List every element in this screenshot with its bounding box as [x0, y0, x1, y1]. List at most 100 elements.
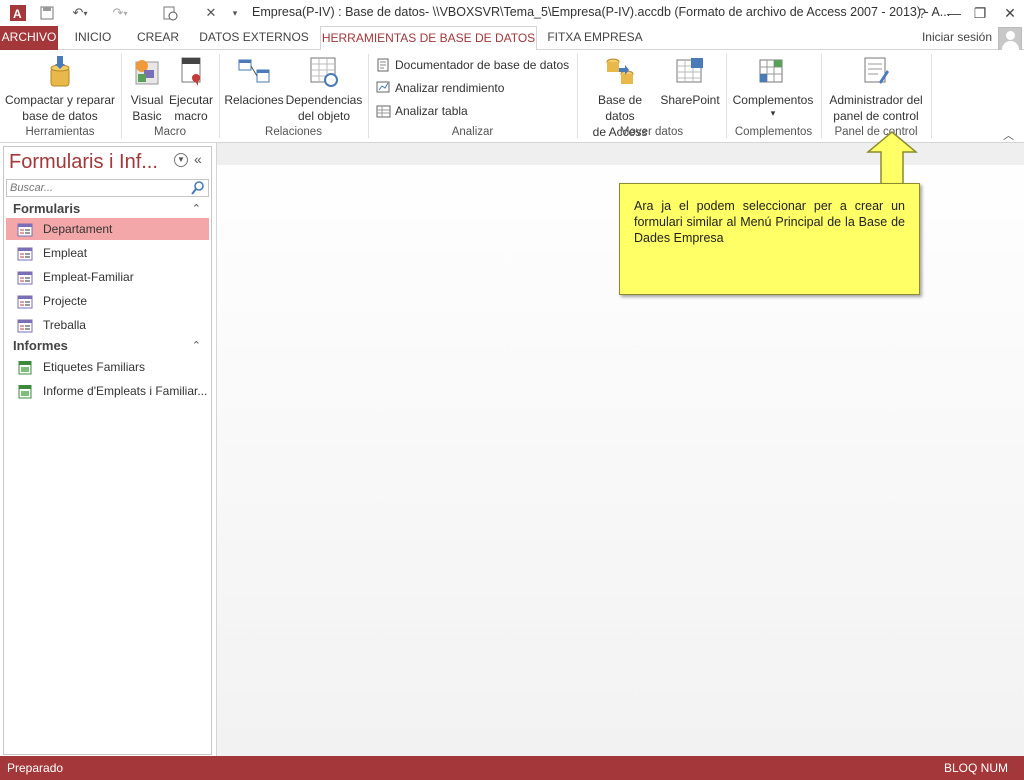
nav-dropdown-icon[interactable]: ▼ — [174, 153, 188, 167]
nav-category-label: Formularis — [13, 201, 81, 216]
status-text: Preparado — [7, 761, 64, 775]
group-label-complementos: Complementos — [734, 126, 813, 138]
nav-item-label: Empleat-Familiar — [43, 270, 134, 284]
minimize-button[interactable]: — — [942, 2, 966, 24]
ribbon-separator — [931, 54, 932, 138]
collapse-group-icon[interactable]: ⌃ — [192, 199, 201, 219]
run-macro-label: Ejecutar macro — [168, 93, 214, 123]
add-ins-dropdown-icon: ▾ — [770, 108, 776, 118]
nav-item-label: Departament — [43, 222, 113, 236]
switchboard-manager-label: Administrador del panel de control — [829, 93, 923, 123]
relationships-icon — [237, 54, 271, 88]
tab-crear[interactable]: CREAR — [130, 26, 186, 50]
access-database-icon — [603, 54, 637, 88]
tab-datos-externos[interactable]: DATOS EXTERNOS — [196, 26, 312, 50]
nav-item-departament[interactable]: Departament — [6, 218, 209, 240]
save-icon[interactable] — [38, 3, 56, 23]
navigation-pane: Formularis i Inf... ▼ « Formularis ⌃ Dep… — [3, 146, 212, 755]
documenter-icon — [376, 57, 392, 73]
sharepoint-label: SharePoint — [660, 93, 720, 107]
form-icon — [15, 222, 33, 237]
form-icon — [15, 270, 33, 285]
access-logo-icon[interactable]: A — [8, 3, 28, 23]
object-dependencies-icon — [307, 54, 341, 88]
nav-item-etiquetes-familiars[interactable]: Etiquetes Familiars — [6, 356, 209, 378]
group-label-herramientas: Herramientas — [25, 126, 95, 138]
form-icon — [15, 294, 33, 309]
analyze-performance-icon — [376, 80, 392, 96]
nav-item-informe-empleats-familiars[interactable]: Informe d'Empleats i Familiar... — [6, 380, 209, 402]
group-label-macro: Macro — [154, 126, 186, 138]
tab-herramientas-base-datos[interactable]: HERRAMIENTAS DE BASE DE DATOS — [320, 26, 537, 51]
nav-item-treballa[interactable]: Treballa — [6, 314, 209, 336]
group-label-analizar: Analizar — [451, 126, 494, 138]
help-button[interactable]: ? — [910, 2, 934, 24]
avatar[interactable] — [998, 27, 1022, 51]
callout-note: Ara ja el podem seleccionar per a crear … — [619, 183, 920, 295]
nav-category-label: Informes — [13, 338, 68, 353]
nav-category-formularis[interactable]: Formularis ⌃ — [6, 199, 209, 219]
nav-item-label: Projecte — [43, 294, 88, 308]
search-icon[interactable] — [190, 180, 208, 196]
customize-qat-icon[interactable]: ▾ — [228, 3, 242, 23]
relationships-label: Relaciones — [224, 93, 284, 107]
group-label-relaciones: Relaciones — [265, 126, 322, 138]
nav-pane-title[interactable]: Formularis i Inf... — [9, 151, 158, 174]
redo-icon[interactable]: ↷ ▾ — [106, 3, 134, 23]
analyze-table-button[interactable]: Analizar tabla — [376, 101, 468, 121]
switchboard-manager-icon — [859, 54, 893, 88]
close-button[interactable]: ✕ — [998, 2, 1022, 24]
visual-basic-button[interactable]: Visual Basic — [126, 54, 168, 124]
close-qat-icon[interactable]: ✕ — [202, 3, 220, 23]
collapse-ribbon-icon[interactable]: ︿ — [1003, 127, 1014, 143]
tab-inicio[interactable]: INICIO — [66, 26, 120, 50]
run-macro-button[interactable]: Ejecutar macro — [168, 54, 214, 124]
nav-item-empleat-familiar[interactable]: Empleat-Familiar — [6, 266, 209, 288]
analyze-table-label: Analizar tabla — [395, 104, 468, 118]
sharepoint-icon — [673, 54, 707, 88]
nav-item-label: Informe d'Empleats i Familiar... — [43, 384, 208, 398]
add-ins-icon — [756, 54, 790, 88]
object-dependencies-button[interactable]: Dependencias del objeto — [284, 54, 364, 124]
nav-collapse-icon[interactable]: « — [194, 151, 202, 167]
object-dependencies-label: Dependencias del objeto — [285, 93, 363, 123]
analyze-table-icon — [376, 103, 392, 119]
svg-text:A: A — [13, 7, 22, 21]
ribbon-tabs: ARCHIVO INICIO CREAR DATOS EXTERNOS HERR… — [0, 26, 1024, 51]
database-documenter-label: Documentador de base de datos — [395, 58, 570, 72]
switchboard-manager-button[interactable]: Administrador del panel de control — [824, 54, 928, 124]
sharepoint-button[interactable]: SharePoint — [658, 54, 722, 108]
compact-repair-button[interactable]: Compactar y reparar base de datos — [4, 54, 116, 124]
tab-archivo[interactable]: ARCHIVO — [0, 26, 58, 50]
analyze-performance-label: Analizar rendimiento — [395, 81, 505, 95]
add-ins-button[interactable]: Complementos ▾ — [730, 54, 816, 118]
report-icon — [15, 384, 33, 399]
compact-repair-icon — [43, 54, 77, 88]
status-bar: Preparado BLOQ NUM — [0, 756, 1024, 780]
nav-item-empleat[interactable]: Empleat — [6, 242, 209, 264]
nav-item-projecte[interactable]: Projecte — [6, 290, 209, 312]
form-icon — [15, 246, 33, 261]
restore-button[interactable]: ❐ — [968, 2, 992, 24]
nav-item-label: Empleat — [43, 246, 88, 260]
nav-item-label: Treballa — [43, 318, 86, 332]
collapse-group-icon[interactable]: ⌃ — [192, 336, 201, 356]
relationships-button[interactable]: Relaciones — [224, 54, 284, 108]
undo-icon[interactable]: ↶ ▾ — [66, 3, 94, 23]
tab-fitxa-empresa[interactable]: FITXA EMPRESA — [545, 26, 645, 50]
database-documenter-button[interactable]: Documentador de base de datos — [376, 55, 569, 75]
callout-arrow-icon — [866, 131, 918, 186]
num-lock-indicator: BLOQ NUM — [943, 761, 1008, 775]
analyze-performance-button[interactable]: Analizar rendimiento — [376, 78, 504, 98]
add-ins-label: Complementos — [732, 93, 814, 107]
run-macro-icon — [174, 54, 208, 88]
visual-basic-icon — [130, 54, 164, 88]
group-label-mover-datos: Mover datos — [619, 126, 684, 138]
visual-basic-label: Visual Basic — [130, 93, 164, 123]
nav-item-label: Etiquetes Familiars — [43, 360, 146, 374]
sign-in-link[interactable]: Iniciar sesión — [922, 30, 992, 44]
nav-search-input[interactable] — [6, 179, 209, 197]
refresh-icon[interactable] — [160, 3, 180, 23]
report-icon — [15, 360, 33, 375]
nav-category-informes[interactable]: Informes ⌃ — [6, 336, 209, 356]
